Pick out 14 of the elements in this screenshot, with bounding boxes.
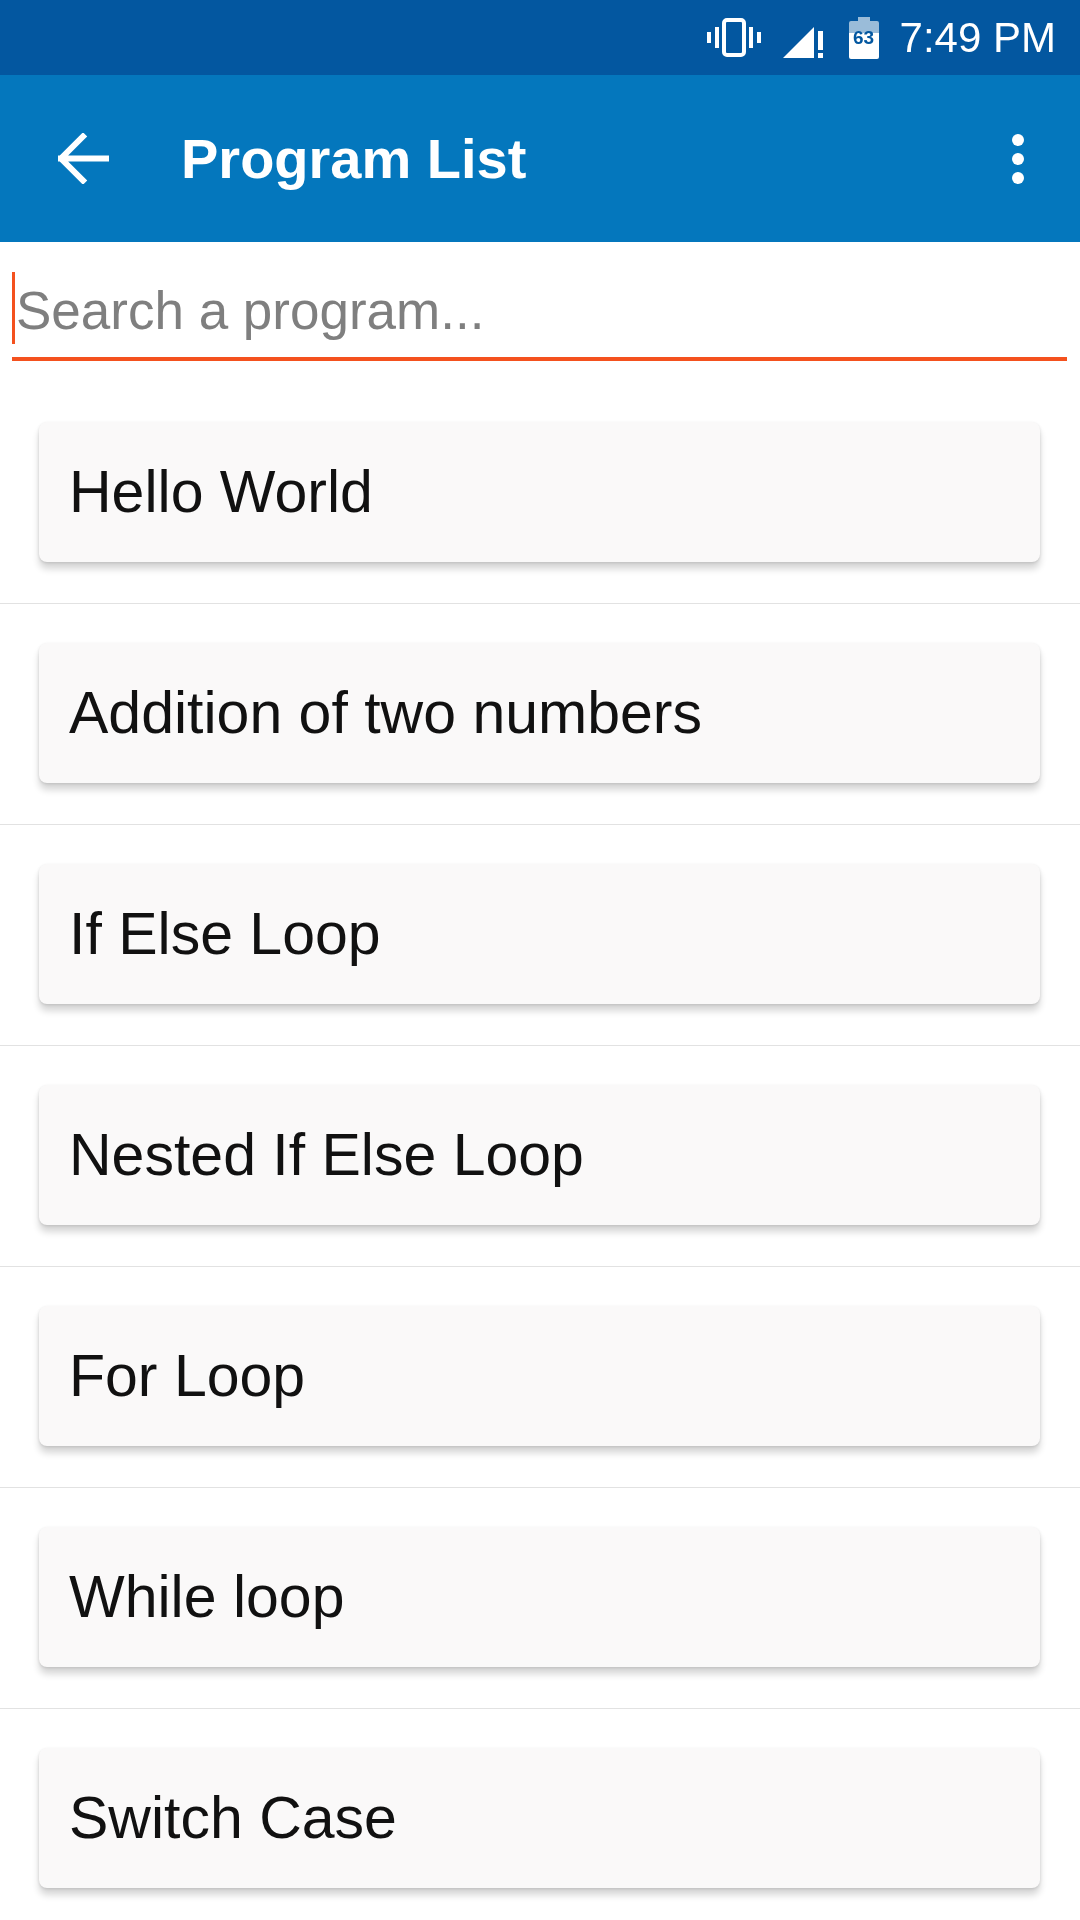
program-list-item[interactable]: Nested If Else Loop [39, 1085, 1040, 1225]
program-list-item[interactable]: If Else Loop [39, 864, 1040, 1004]
program-list-item[interactable]: Switch Case [39, 1748, 1040, 1888]
program-list-item[interactable]: Addition of two numbers [39, 643, 1040, 783]
search-field[interactable]: Search a program... [12, 272, 1067, 361]
program-list-item[interactable]: For Loop [39, 1306, 1040, 1446]
vibrate-icon [706, 18, 761, 57]
program-list-item[interactable]: Hello World [39, 422, 1040, 562]
battery-percent-text: 63 [852, 26, 876, 49]
program-list-item[interactable]: While loop [39, 1527, 1040, 1667]
status-time: 7:49 PM [899, 16, 1056, 59]
more-options-icon[interactable] [1012, 133, 1024, 184]
screen-title: Program List [181, 126, 528, 191]
back-arrow-icon[interactable] [58, 133, 109, 184]
